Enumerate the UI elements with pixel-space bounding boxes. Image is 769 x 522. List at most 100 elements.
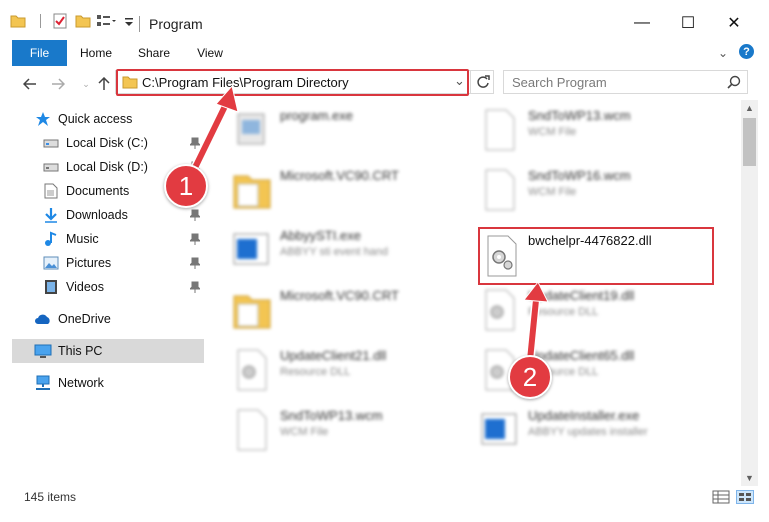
item-count: 145 items — [24, 490, 77, 504]
sidebar-item-music[interactable]: Music — [42, 227, 204, 251]
pin-icon[interactable] — [188, 209, 202, 221]
address-highlight-box — [116, 69, 469, 96]
customize-toolbar-icon[interactable] — [124, 12, 134, 30]
exe-icon — [232, 106, 272, 152]
sidebar-item-videos[interactable]: Videos — [42, 275, 204, 299]
search-icon[interactable] — [727, 75, 741, 92]
ribbon-tabs: File Home Share View ⌄ ? — [0, 40, 769, 94]
sidebar-item-label: Downloads — [66, 208, 128, 222]
status-bar: 145 items — [0, 486, 769, 508]
dll-gear-icon — [480, 286, 520, 332]
star-icon — [34, 111, 52, 127]
app-window-icon — [480, 406, 520, 452]
folder-icon — [232, 286, 272, 332]
refresh-button[interactable] — [470, 70, 494, 94]
properties-icon[interactable] — [52, 12, 68, 30]
scroll-up-icon[interactable]: ▲ — [741, 100, 758, 116]
file-type: Resource DLL — [280, 366, 351, 378]
tab-home[interactable]: Home — [76, 40, 116, 66]
view-options-icon[interactable] — [96, 12, 118, 30]
sidebar-item-label: Documents — [66, 184, 130, 198]
file-item[interactable]: UpdateClient19.dll Resource DLL — [480, 282, 710, 336]
forward-button[interactable] — [48, 74, 68, 94]
help-icon[interactable]: ? — [739, 44, 754, 59]
generic-file-icon — [480, 106, 520, 152]
tab-view[interactable]: View — [190, 40, 230, 66]
sidebar-item-onedrive[interactable]: OneDrive — [34, 307, 238, 331]
sidebar-item-local-disk-c[interactable]: Local Disk (C:) — [42, 131, 204, 155]
pin-icon[interactable] — [188, 281, 202, 293]
file-type: WCM File — [528, 186, 577, 198]
up-button[interactable] — [94, 74, 114, 94]
file-item[interactable]: UpdateClient21.dll Resource DLL — [232, 342, 462, 396]
pin-icon[interactable] — [188, 233, 202, 245]
file-name: SndToWP13.wcm — [280, 408, 383, 423]
maximize-button[interactable]: ☐ — [665, 8, 711, 38]
sidebar-item-network[interactable]: Network — [34, 371, 238, 395]
file-item[interactable]: UpdateInstaller.exe ABBYY updates instal… — [480, 402, 710, 456]
drive-icon — [42, 135, 60, 151]
folder-icon — [232, 166, 272, 212]
title-bar: Program — ☐ ✕ — [0, 0, 769, 40]
new-folder-icon[interactable] — [75, 12, 91, 30]
close-button[interactable]: ✕ — [711, 8, 757, 38]
details-view-icon[interactable] — [712, 490, 730, 504]
pin-icon[interactable] — [188, 257, 202, 269]
sidebar-item-this-pc[interactable]: This PC — [12, 339, 204, 363]
videos-icon — [42, 279, 60, 295]
file-item[interactable]: Microsoft.VC90.CRT — [232, 282, 462, 336]
file-name: SndToWP13.wcm — [528, 108, 631, 123]
search-box[interactable] — [503, 70, 748, 94]
window-title: Program — [149, 16, 203, 32]
tab-share[interactable]: Share — [134, 40, 174, 66]
sidebar-item-label: OneDrive — [58, 312, 111, 326]
computer-icon — [34, 343, 52, 359]
sidebar-item-quick-access[interactable]: Quick access — [34, 107, 238, 131]
file-name: bwchelpr-4476822.dll — [528, 233, 652, 248]
back-button[interactable] — [20, 74, 40, 94]
music-icon — [42, 231, 60, 247]
file-type: ABBYY updates installer — [528, 426, 648, 438]
sidebar-item-label: Videos — [66, 280, 104, 294]
navigation-pane: Quick access Local Disk (C:) Local Disk … — [0, 100, 210, 486]
file-type: ABBYY sti event hand — [280, 246, 389, 258]
sidebar-item-label: Music — [66, 232, 99, 246]
sidebar-item-label: Local Disk (D:) — [66, 160, 148, 174]
file-name: SndToWP16.wcm — [528, 168, 631, 183]
file-name: UpdateClient21.dll — [280, 348, 387, 363]
dll-gear-icon — [484, 235, 520, 280]
file-item[interactable]: SndToWP16.wcm WCM File — [480, 162, 710, 216]
recent-locations-icon[interactable]: ⌄ — [76, 74, 96, 94]
network-icon — [34, 375, 52, 391]
large-icons-view-icon[interactable] — [736, 490, 754, 504]
cloud-icon — [34, 311, 52, 327]
file-name: Microsoft.VC90.CRT — [280, 168, 399, 183]
generic-file-icon — [480, 166, 520, 212]
expand-ribbon-icon[interactable]: ⌄ — [718, 46, 728, 60]
scroll-down-icon[interactable]: ▼ — [741, 470, 758, 486]
documents-icon — [42, 183, 60, 199]
file-item[interactable]: program.exe — [232, 102, 462, 156]
minimize-button[interactable]: — — [619, 8, 665, 38]
file-item[interactable]: Microsoft.VC90.CRT — [232, 162, 462, 216]
sidebar-item-label: This PC — [58, 344, 103, 358]
search-input[interactable] — [504, 71, 714, 93]
address-row: ⌄ C:\Program Files\Program Directory ⌄ — [0, 66, 769, 100]
file-item[interactable]: SndToWP13.wcm WCM File — [232, 402, 462, 456]
sidebar-item-pictures[interactable]: Pictures — [42, 251, 204, 275]
downloads-icon — [42, 207, 60, 223]
file-item[interactable]: AbbyySTI.exe ABBYY sti event hand — [232, 222, 462, 276]
vertical-scrollbar[interactable]: ▲ ▼ — [741, 100, 758, 486]
file-name: UpdateClient19.dll — [528, 288, 635, 303]
target-dll-file[interactable]: bwchelpr-4476822.dll — [478, 227, 714, 285]
file-name: program.exe — [280, 108, 353, 123]
file-name: AbbyySTI.exe — [280, 228, 361, 243]
sidebar-item-label: Quick access — [58, 112, 133, 126]
file-item[interactable]: SndToWP13.wcm WCM File — [480, 102, 710, 156]
file-type: Resource DLL — [528, 306, 599, 318]
dll-gear-icon — [232, 346, 272, 392]
pin-icon[interactable] — [188, 137, 202, 149]
scroll-thumb[interactable] — [743, 118, 756, 166]
step-2-badge: 2 — [508, 355, 552, 399]
file-name: Microsoft.VC90.CRT — [280, 288, 399, 303]
